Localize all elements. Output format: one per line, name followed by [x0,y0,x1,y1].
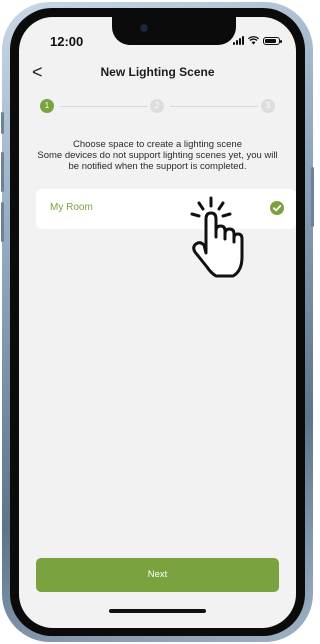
power-button [311,167,314,227]
volume-up-button [1,152,4,192]
app-screen: 12:00 < New Lighting Scene 1 2 3 Choose … [19,17,296,628]
check-circle-icon [270,201,284,215]
instruction-line-2: Some devices do not support lighting sce… [37,150,278,172]
header: < New Lighting Scene [19,61,296,85]
next-button[interactable]: Next [36,558,279,592]
signal-icon [233,36,244,45]
room-name: My Room [50,202,93,213]
wifi-icon [248,36,259,45]
volume-down-button [1,202,4,242]
battery-icon [263,36,282,45]
status-time: 12:00 [50,34,84,49]
page-title: New Lighting Scene [100,65,215,79]
room-option-my-room[interactable]: My Room [36,189,296,229]
front-camera [140,24,148,32]
step-connector [60,106,148,107]
stepper: 1 2 3 [40,99,275,115]
step-3: 3 [261,99,275,113]
home-indicator[interactable] [109,609,206,613]
instructions: Choose space to create a lighting scene … [35,139,280,172]
step-connector [170,106,258,107]
step-1: 1 [40,99,54,113]
notch [112,17,236,45]
instruction-line-1: Choose space to create a lighting scene [73,139,242,150]
tap-hand-icon [190,196,244,278]
step-2: 2 [150,99,164,113]
mute-switch [1,112,4,134]
status-icons [233,36,282,45]
